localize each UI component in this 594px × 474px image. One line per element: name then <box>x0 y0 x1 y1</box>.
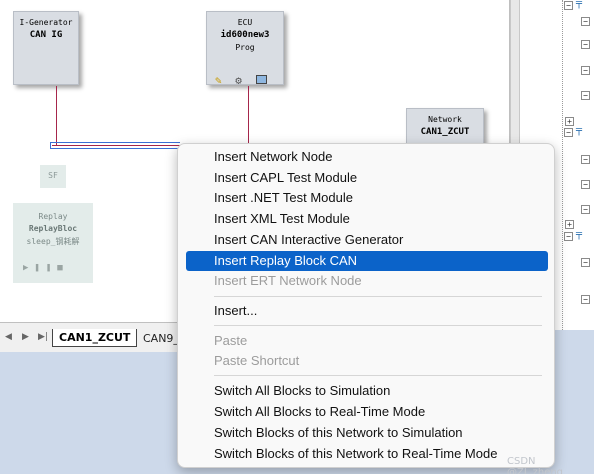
menu-item-switch-all-to-simulation[interactable]: Switch All Blocks to Simulation <box>214 381 390 401</box>
tree-expander-icon[interactable]: − <box>581 180 590 189</box>
replay-type-label: Replay <box>38 212 68 221</box>
ecu-type-label: ECU <box>237 18 253 27</box>
last-tab-icon[interactable]: ▶| <box>38 332 48 342</box>
network-tree-icon: ╤ <box>576 125 583 136</box>
pencil-icon[interactable]: ✎ <box>215 74 222 87</box>
menu-item-insert-xml-test-module[interactable]: Insert XML Test Module <box>214 209 350 229</box>
menu-item-insert-net-test-module[interactable]: Insert .NET Test Module <box>214 188 353 208</box>
context-menu: Insert Network Node Insert CAPL Test Mod… <box>177 143 555 468</box>
menu-item-insert-capl-test-module[interactable]: Insert CAPL Test Module <box>214 168 357 188</box>
network-block[interactable]: Network CAN1_ZCUT <box>406 108 484 144</box>
tree-expander-icon[interactable]: − <box>564 1 573 10</box>
tree-expander-icon[interactable]: − <box>581 91 590 100</box>
stop-icon[interactable]: ■ <box>57 263 68 273</box>
tab-can1-zcut[interactable]: CAN1_ZCUT <box>52 329 138 347</box>
network-tree-icon: ╤ <box>576 229 583 240</box>
menu-item-insert-replay-block-can[interactable]: Insert Replay Block CAN <box>186 251 548 271</box>
network-type-label: Network <box>428 115 462 124</box>
tree-expander-icon[interactable]: − <box>581 40 590 49</box>
network-tree-icon: ╤ <box>576 0 583 9</box>
first-tab-icon[interactable]: ◀ <box>5 332 12 342</box>
sf-block[interactable]: SF <box>40 165 66 188</box>
tree-expander-icon[interactable]: − <box>581 155 590 164</box>
bus-line-blue-top <box>50 142 180 143</box>
ecu-program-label: Prog <box>235 43 255 52</box>
prev-tab-icon[interactable]: ▶ <box>22 332 29 342</box>
igenerator-block[interactable]: I-Generator CAN IG <box>13 11 79 85</box>
menu-item-switch-network-to-realtime[interactable]: Switch Blocks of this Network to Real-Ti… <box>214 444 497 464</box>
menu-separator <box>214 296 542 297</box>
igenerator-type-label: I-Generator <box>19 18 73 27</box>
tree-expander-icon[interactable]: − <box>564 232 573 241</box>
igenerator-name-label: CAN IG <box>29 30 63 40</box>
ecu-block[interactable]: ECU id600new3 Prog ✎ ⚙ <box>206 11 284 87</box>
tree-expander-icon[interactable]: − <box>581 295 590 304</box>
gear-icon[interactable]: ⚙ <box>235 74 242 87</box>
bus-line-blue-bottom <box>50 148 180 149</box>
tree-expander-icon[interactable]: + <box>565 220 574 229</box>
menu-item-paste[interactable]: Paste <box>214 331 247 351</box>
menu-item-paste-shortcut[interactable]: Paste Shortcut <box>214 351 299 371</box>
bus-left-cap <box>50 142 51 149</box>
tree-expander-icon[interactable]: − <box>581 66 590 75</box>
menu-item-insert-network-node[interactable]: Insert Network Node <box>214 147 333 167</box>
play-icon[interactable]: ▶ <box>23 263 34 273</box>
tree-expander-icon[interactable]: − <box>581 205 590 214</box>
menu-item-insert[interactable]: Insert... <box>214 301 257 321</box>
igenerator-bus-connector <box>56 86 57 146</box>
menu-separator <box>214 325 542 326</box>
menu-item-insert-ert-network-node[interactable]: Insert ERT Network Node <box>214 271 362 291</box>
watermark: CSDN @ZL.zheng <box>507 456 564 474</box>
replay-file-label: sleep_钢耗解 <box>26 237 80 246</box>
replay-block[interactable]: Replay ReplayBloc sleep_钢耗解 ▶❚❚■ <box>13 203 93 283</box>
tree-expander-icon[interactable]: − <box>564 128 573 137</box>
menu-item-switch-network-to-simulation[interactable]: Switch Blocks of this Network to Simulat… <box>214 423 463 443</box>
ecu-bus-connector <box>248 86 249 146</box>
tree-expander-icon[interactable]: + <box>565 117 574 126</box>
monitor-icon[interactable] <box>255 75 267 84</box>
menu-item-switch-all-to-realtime[interactable]: Switch All Blocks to Real-Time Mode <box>214 402 425 422</box>
pause-icon[interactable]: ❚❚ <box>34 263 57 273</box>
ecu-name-label: id600new3 <box>220 30 270 40</box>
menu-item-insert-can-interactive-generator[interactable]: Insert CAN Interactive Generator <box>214 230 403 250</box>
tree-expander-icon[interactable]: − <box>581 258 590 267</box>
replay-name-label: ReplayBloc <box>28 224 78 233</box>
tree-connector-line <box>562 0 563 330</box>
tree-expander-icon[interactable]: − <box>581 17 590 26</box>
bus-line-red <box>52 145 180 146</box>
menu-separator <box>214 375 542 376</box>
network-name-label: CAN1_ZCUT <box>420 127 470 137</box>
